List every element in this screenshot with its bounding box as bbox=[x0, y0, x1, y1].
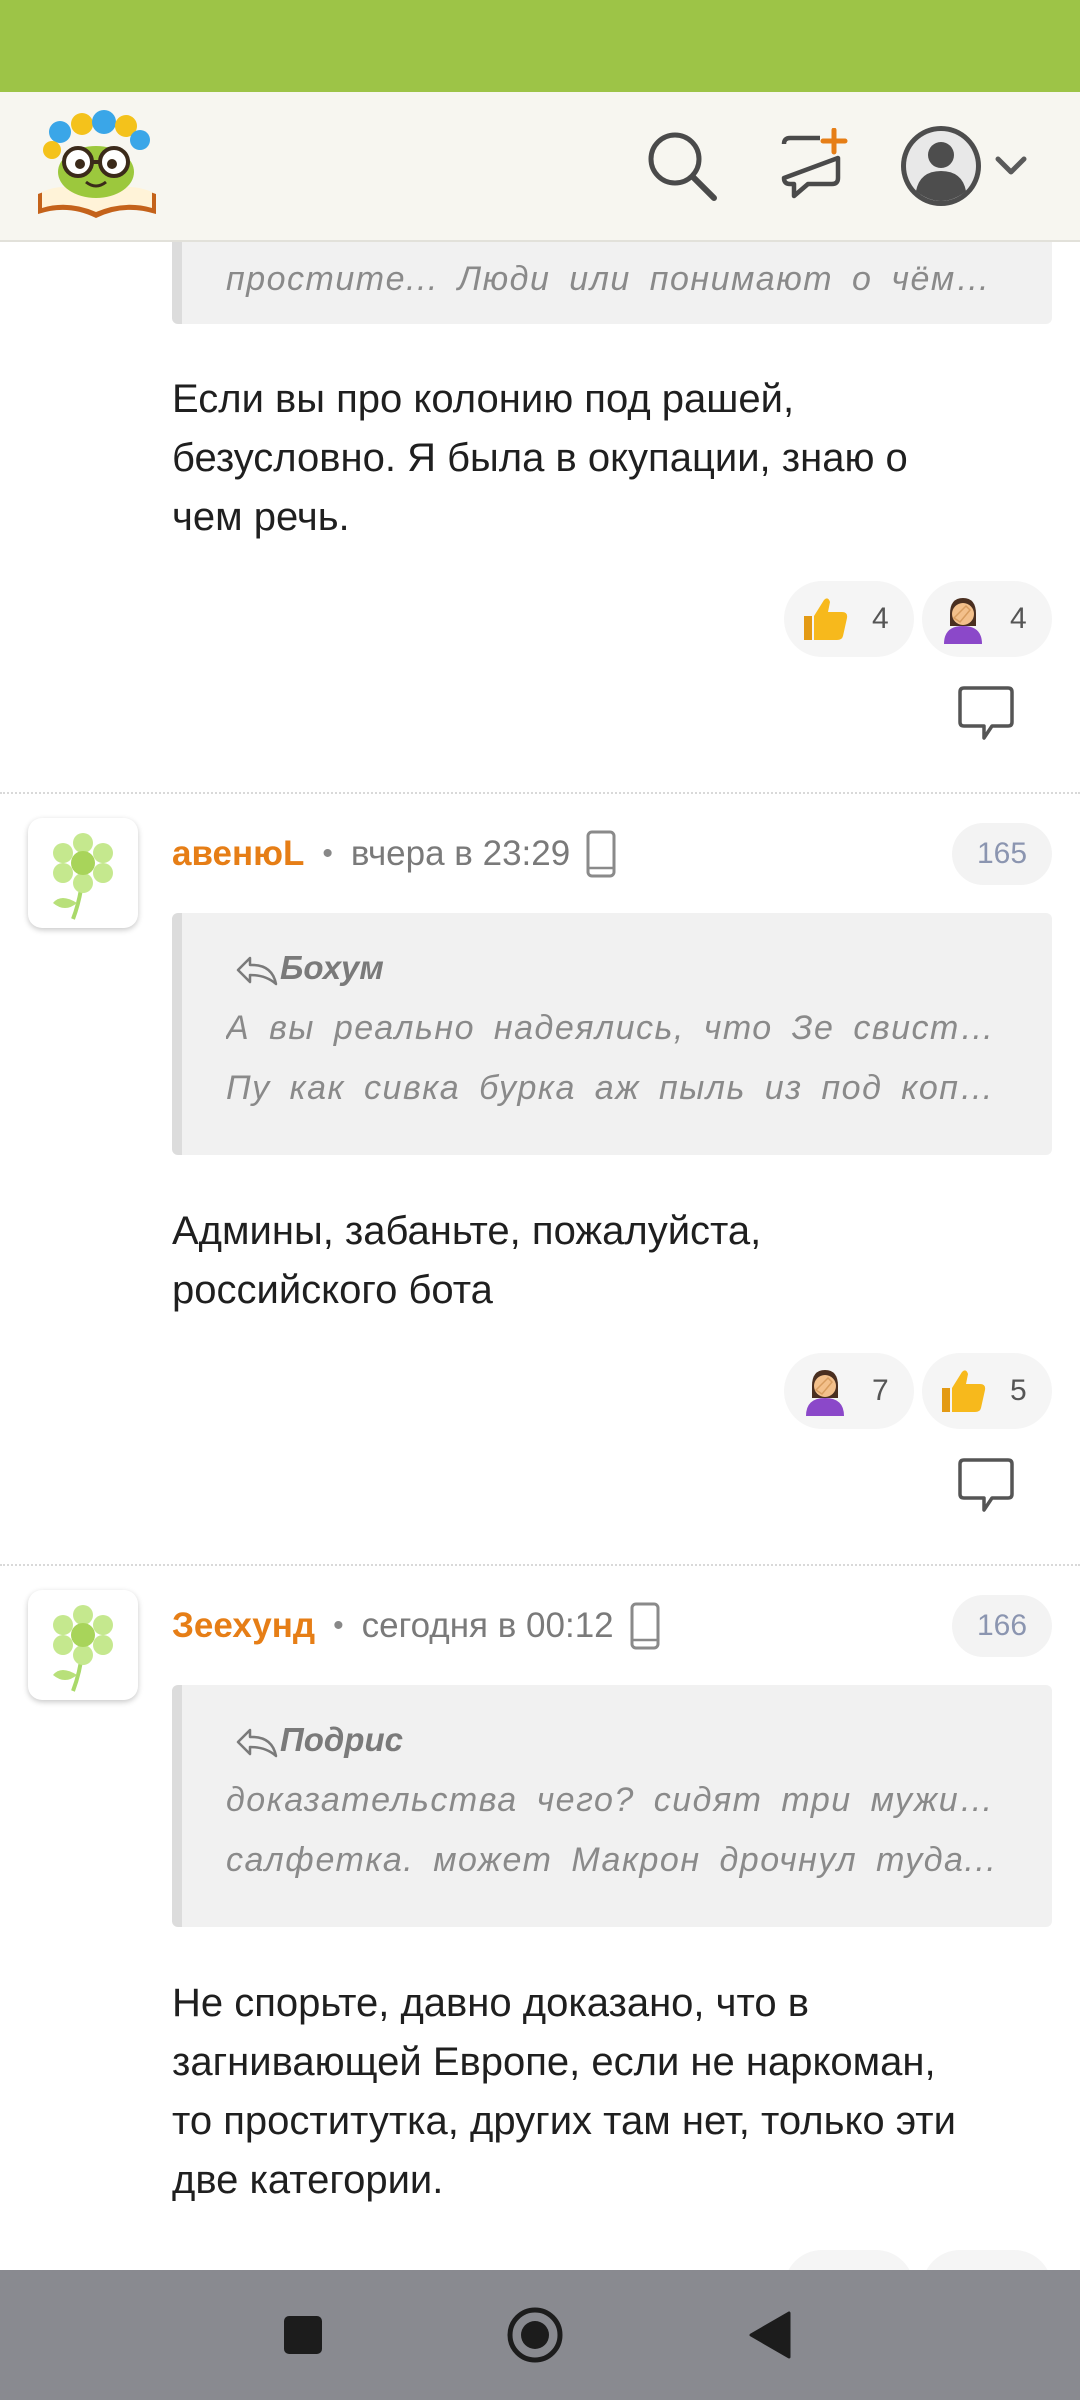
comment-text: Админы, забаньте, пожалуйста, российског… bbox=[172, 1209, 762, 1312]
new-post-icon bbox=[781, 128, 848, 199]
timestamp: вчера в 23:29 bbox=[350, 834, 571, 873]
system-navigation-bar bbox=[0, 2270, 1080, 2400]
quote-author: Бохум bbox=[234, 949, 384, 987]
quote-author: Подрис bbox=[234, 1721, 403, 1759]
mobile-device-icon bbox=[630, 1602, 660, 1650]
home-icon bbox=[507, 2307, 563, 2363]
search-button[interactable] bbox=[634, 118, 730, 214]
avatar[interactable] bbox=[28, 1590, 138, 1700]
thumbs-up-icon bbox=[942, 1370, 986, 1412]
reaction-partial[interactable] bbox=[784, 2250, 914, 2270]
new-post-button[interactable] bbox=[766, 118, 862, 214]
facepalm-icon bbox=[806, 1370, 844, 1416]
quote-text: доказательства чего? сидят три мужика и bbox=[226, 1781, 1008, 1819]
quote-block[interactable]: Подрис доказательства чего? сидят три му… bbox=[172, 1685, 1052, 1927]
comment-divider bbox=[0, 1564, 1080, 1566]
reaction-count: 7 bbox=[872, 1374, 889, 1407]
reply-icon[interactable] bbox=[956, 686, 1016, 742]
comment-text: Если вы про колонию под рашей, безусловн… bbox=[172, 377, 908, 539]
quote-block[interactable]: Бохум А вы реально надеялись, что Зе сви… bbox=[172, 913, 1052, 1155]
avatar[interactable] bbox=[28, 818, 138, 928]
app-header bbox=[0, 92, 1080, 242]
comment-meta: авенюL • вчера в 23:29 bbox=[172, 824, 616, 884]
quote-text: А вы реально надеялись, что Зе свистнет … bbox=[226, 1009, 1008, 1047]
back-icon bbox=[749, 2311, 791, 2359]
comments-feed[interactable]: простите... Люди или понимают о чём реч.… bbox=[0, 240, 1080, 2270]
quote-text: салфетка. может Макрон дрочнул туда... bbox=[226, 1841, 998, 1879]
recent-apps-button[interactable] bbox=[268, 2300, 338, 2370]
quote-text: Пу как сивка бурка аж пыль из под копы..… bbox=[226, 1069, 1008, 1107]
daisy-avatar-icon bbox=[53, 1605, 113, 1692]
reaction-thumbs-up[interactable]: 4 bbox=[784, 581, 914, 657]
comment-divider bbox=[0, 792, 1080, 794]
reaction-count: 4 bbox=[872, 602, 889, 635]
reaction-count: 5 bbox=[1010, 1374, 1027, 1407]
daisy-avatar-icon bbox=[53, 833, 113, 920]
reply-icon[interactable] bbox=[956, 1458, 1016, 1514]
back-button[interactable] bbox=[735, 2300, 805, 2370]
comment-number-badge[interactable]: 165 bbox=[952, 823, 1052, 885]
avatar-icon bbox=[901, 126, 1027, 206]
thumbs-up-icon bbox=[804, 598, 848, 640]
comment-number-badge[interactable]: 166 bbox=[952, 1595, 1052, 1657]
profile-menu-button[interactable] bbox=[898, 118, 1038, 214]
reaction-facepalm[interactable]: 4 bbox=[922, 581, 1052, 657]
quote-block: простите... Люди или понимают о чём реч.… bbox=[172, 240, 1052, 324]
home-button[interactable] bbox=[500, 2300, 570, 2370]
reaction-count: 4 bbox=[1010, 602, 1027, 635]
reaction-partial[interactable] bbox=[922, 2250, 1052, 2270]
reply-arrow-icon bbox=[236, 1729, 278, 1758]
username[interactable]: Зеехунд bbox=[172, 1606, 315, 1646]
bookworm-logo[interactable] bbox=[32, 110, 162, 222]
recent-apps-icon bbox=[284, 2316, 322, 2354]
username[interactable]: авенюL bbox=[172, 834, 304, 874]
facepalm-icon bbox=[944, 598, 982, 644]
timestamp: сегодня в 00:12 bbox=[361, 1606, 614, 1645]
mobile-device-icon bbox=[586, 830, 616, 878]
reply-arrow-icon bbox=[236, 957, 278, 986]
quote-text: простите... Люди или понимают о чём реч.… bbox=[226, 260, 1008, 298]
reaction-thumbs-up[interactable]: 5 bbox=[922, 1353, 1052, 1429]
reaction-facepalm[interactable]: 7 bbox=[784, 1353, 914, 1429]
status-bar bbox=[0, 0, 1080, 92]
comment-meta: Зеехунд • сегодня в 00:12 bbox=[172, 1596, 660, 1656]
search-icon bbox=[648, 132, 717, 201]
comment-text: Не спорьте, давно доказано, что в загнив… bbox=[172, 1981, 956, 2202]
